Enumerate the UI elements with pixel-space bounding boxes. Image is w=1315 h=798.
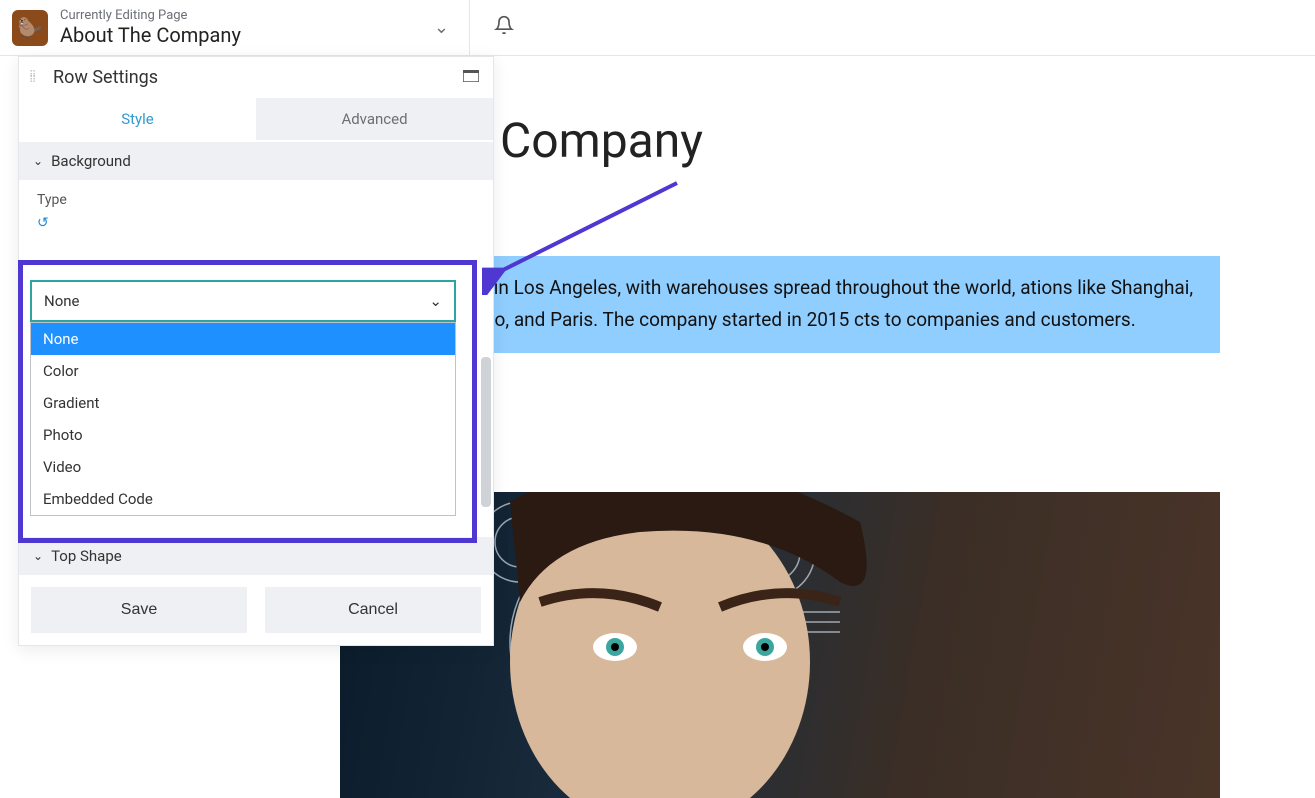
section-background[interactable]: ⌄ Background bbox=[19, 142, 493, 180]
section-label: Background bbox=[51, 152, 131, 170]
scrollbar[interactable] bbox=[481, 357, 491, 507]
panel-buttons: Save Cancel bbox=[19, 575, 493, 645]
dropdown-option-gradient[interactable]: Gradient bbox=[31, 387, 455, 419]
app-logo[interactable]: 🦫 bbox=[12, 10, 48, 46]
chevron-down-icon[interactable]: ⌄ bbox=[434, 17, 449, 38]
type-dropdown-button[interactable]: None ⌄ bbox=[30, 280, 456, 322]
dropdown-option-photo[interactable]: Photo bbox=[31, 419, 455, 451]
top-bar-left: 🦫 Currently Editing Page About The Compa… bbox=[0, 0, 470, 55]
type-dropdown: None ⌄ None Color Gradient Photo Video E… bbox=[30, 280, 456, 516]
top-bar: 🦫 Currently Editing Page About The Compa… bbox=[0, 0, 1315, 56]
bell-icon[interactable] bbox=[470, 15, 514, 40]
editing-label: Currently Editing Page bbox=[60, 8, 241, 23]
save-button[interactable]: Save bbox=[31, 587, 247, 633]
panel-header[interactable]: ⠿⠿ Row Settings bbox=[19, 57, 493, 98]
chevron-down-icon: ⌄ bbox=[33, 154, 43, 168]
cancel-button[interactable]: Cancel bbox=[265, 587, 481, 633]
tab-advanced[interactable]: Advanced bbox=[256, 98, 493, 140]
type-label: Type bbox=[37, 192, 475, 208]
chevron-down-icon: ⌄ bbox=[429, 292, 442, 310]
field-type: Type ↺ bbox=[19, 180, 493, 235]
section-label: Top Shape bbox=[51, 547, 122, 565]
dropdown-option-embedded-code[interactable]: Embedded Code bbox=[31, 483, 455, 515]
type-dropdown-list: None Color Gradient Photo Video Embedded… bbox=[30, 322, 456, 516]
page-title: About The Company bbox=[60, 23, 241, 47]
reset-icon[interactable]: ↺ bbox=[37, 215, 49, 231]
page-meta[interactable]: Currently Editing Page About The Company bbox=[60, 8, 241, 47]
chevron-down-icon: ⌄ bbox=[33, 549, 43, 563]
settings-tabs: Style Advanced bbox=[19, 98, 493, 140]
dropdown-option-video[interactable]: Video bbox=[31, 451, 455, 483]
page-heading: Company bbox=[500, 112, 703, 169]
drag-handle-icon[interactable]: ⠿⠿ bbox=[29, 73, 43, 83]
dropdown-selected: None bbox=[44, 292, 80, 310]
dropdown-option-none[interactable]: None bbox=[31, 323, 455, 355]
section-top-shape[interactable]: ⌄ Top Shape bbox=[19, 537, 493, 575]
tab-style[interactable]: Style bbox=[19, 98, 256, 140]
window-icon[interactable] bbox=[463, 70, 479, 86]
dropdown-option-color[interactable]: Color bbox=[31, 355, 455, 387]
panel-title: Row Settings bbox=[53, 67, 463, 88]
